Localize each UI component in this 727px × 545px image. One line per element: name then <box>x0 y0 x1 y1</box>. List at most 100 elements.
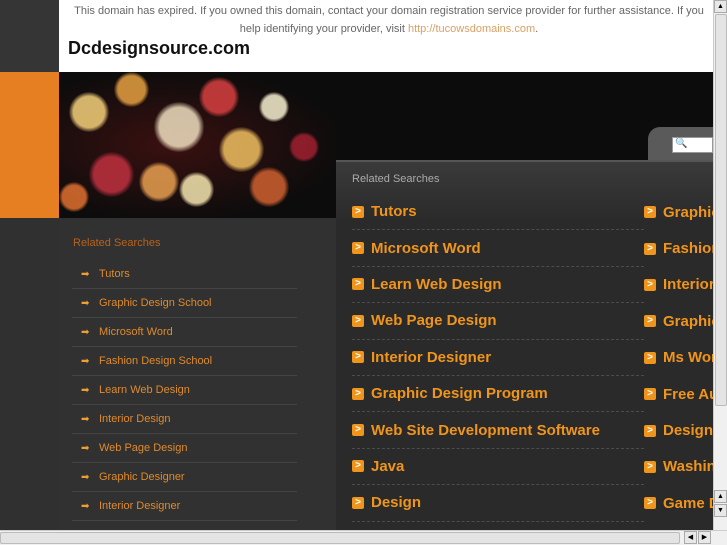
arrow-icon: ➡ <box>81 413 90 425</box>
sidebar-list: ➡ Tutors ➡ Graphic Design School ➡ Microsoft … <box>72 260 297 521</box>
left-strip <box>0 0 59 72</box>
chevron-right-icon: > <box>644 315 656 328</box>
expired-notice: This domain has expired. If you owned th… <box>59 0 713 72</box>
result-link[interactable]: > Game D <box>644 485 713 521</box>
result-link-label: Washin <box>663 458 713 476</box>
scroll-up-button-lower[interactable]: ▲ <box>714 490 727 503</box>
sidebar-item[interactable]: ➡ Graphic Designer <box>72 463 297 492</box>
sidebar: Related Searches ➡ Tutors ➡ Graphic Design … <box>59 218 336 530</box>
horizontal-scrollbar[interactable]: ◀ ▶ <box>0 530 727 545</box>
arrow-icon: ➡ <box>81 500 90 512</box>
arrow-icon: ➡ <box>81 471 90 483</box>
results-column-1: > Tutors > Microsoft Word > Learn Web Design >… <box>352 194 644 522</box>
result-link[interactable]: > Web Site Development Software <box>352 412 644 449</box>
result-link[interactable]: > Web Page Design <box>352 303 644 340</box>
search-input[interactable]: 🔍 <box>672 137 713 153</box>
sidebar-item[interactable]: ➡ Tutors <box>72 260 297 289</box>
result-link-label: Ms Wor <box>663 349 713 367</box>
bokeh-light <box>249 167 289 207</box>
result-link[interactable]: > Fashion <box>644 230 713 266</box>
vertical-scroll-thumb[interactable] <box>715 14 727 406</box>
chevron-right-icon: > <box>644 242 656 255</box>
sidebar-item[interactable]: ➡ Graphic Design School <box>72 289 297 318</box>
chevron-right-icon: > <box>352 387 364 400</box>
bokeh-light <box>59 182 89 212</box>
chevron-right-icon: > <box>644 206 656 219</box>
arrow-icon: ➡ <box>81 355 90 367</box>
sidebar-item-label: Web Page Design <box>99 442 188 454</box>
result-link-label: Interior Designer <box>371 348 492 366</box>
sidebar-item[interactable]: ➡ Microsoft Word <box>72 318 297 347</box>
tucows-link[interactable]: http://tucowsdomains.com <box>408 23 535 35</box>
sidebar-item[interactable]: ➡ Interior Designer <box>72 492 297 521</box>
result-link[interactable]: > Free Au <box>644 376 713 412</box>
result-link[interactable]: > Design <box>352 485 644 522</box>
sidebar-heading: Related Searches <box>73 237 161 249</box>
bokeh-light <box>179 172 214 207</box>
sidebar-item[interactable]: ➡ Web Page Design <box>72 434 297 463</box>
result-link[interactable]: > Microsoft Word <box>352 230 644 267</box>
vertical-scrollbar[interactable]: ▲ ▲ ▼ <box>713 0 727 530</box>
scroll-up-button[interactable]: ▲ <box>714 0 727 13</box>
sidebar-item[interactable]: ➡ Fashion Design School <box>72 347 297 376</box>
result-link[interactable]: > Learn Web Design <box>352 267 644 304</box>
horizontal-scroll-thumb[interactable] <box>0 532 680 544</box>
result-link-label: Graphic Design Program <box>371 385 548 403</box>
result-link-label: Tutors <box>371 203 417 221</box>
sidebar-item-label: Learn Web Design <box>99 384 190 396</box>
chevron-right-icon: > <box>644 388 656 401</box>
scroll-left-button[interactable]: ◀ <box>684 531 697 544</box>
main-results: Related Searches > Tutors > Microsoft Word >… <box>336 160 713 530</box>
bokeh-light <box>289 132 319 162</box>
sidebar-item[interactable]: ➡ Learn Web Design <box>72 376 297 405</box>
result-link[interactable]: > Graphic Design Program <box>352 376 644 413</box>
arrow-icon: ➡ <box>81 297 90 309</box>
search-icon: 🔍 <box>675 138 688 149</box>
bokeh-light <box>259 92 289 122</box>
result-link[interactable]: > Interior Designer <box>352 340 644 376</box>
sidebar-item-label: Tutors <box>99 268 130 280</box>
result-link[interactable]: > Ms Wor <box>644 340 713 376</box>
result-link-label: Interior <box>663 276 713 294</box>
result-link-label: Game D <box>663 494 713 512</box>
result-link-label: Java <box>371 457 405 475</box>
result-link[interactable]: > Graphic <box>644 303 713 339</box>
chevron-right-icon: > <box>352 351 364 364</box>
result-link[interactable]: > Java <box>352 449 644 486</box>
main-heading: Related Searches <box>352 173 440 185</box>
chevron-right-icon: > <box>352 205 364 218</box>
result-link-label: Learn Web Design <box>371 275 502 293</box>
chevron-right-icon: > <box>644 424 656 437</box>
sidebar-item-label: Fashion Design School <box>99 355 213 367</box>
sidebar-item[interactable]: ➡ Interior Design <box>72 405 297 434</box>
chevron-right-icon: > <box>352 496 364 509</box>
result-link-label: Fashion <box>663 240 713 258</box>
result-link-label: Microsoft Word <box>371 239 481 257</box>
arrow-icon: ➡ <box>81 442 90 454</box>
result-link[interactable]: > Graphic <box>644 194 713 230</box>
arrow-icon: ➡ <box>81 384 90 396</box>
chevron-right-icon: > <box>352 278 364 291</box>
scroll-right-button[interactable]: ▶ <box>698 531 711 544</box>
notice-line-1: This domain has expired. If you owned th… <box>74 5 704 17</box>
chevron-right-icon: > <box>352 242 364 255</box>
sidebar-item-label: Graphic Designer <box>99 471 185 483</box>
notice-period: . <box>535 23 539 35</box>
bokeh-light <box>69 92 109 132</box>
sidebar-item-label: Interior Design <box>99 413 171 425</box>
result-link[interactable]: > Design <box>644 412 713 448</box>
result-link[interactable]: > Interior <box>644 267 713 303</box>
scroll-down-button[interactable]: ▼ <box>714 504 727 517</box>
chevron-right-icon: > <box>352 424 364 437</box>
result-link-label: Design <box>371 494 422 512</box>
result-link-label: Graphic <box>663 312 713 330</box>
result-link[interactable]: > Tutors <box>352 194 644 231</box>
result-link-label: Design <box>663 422 713 440</box>
result-link-label: Web Site Development Software <box>371 421 600 439</box>
chevron-right-icon: > <box>644 351 656 364</box>
sidebar-item-label: Microsoft Word <box>99 326 173 338</box>
bokeh-light <box>199 77 239 117</box>
result-link[interactable]: > Washin <box>644 449 713 485</box>
site-title: Dcdesignsource.com <box>68 38 251 58</box>
chevron-right-icon: > <box>644 460 656 473</box>
